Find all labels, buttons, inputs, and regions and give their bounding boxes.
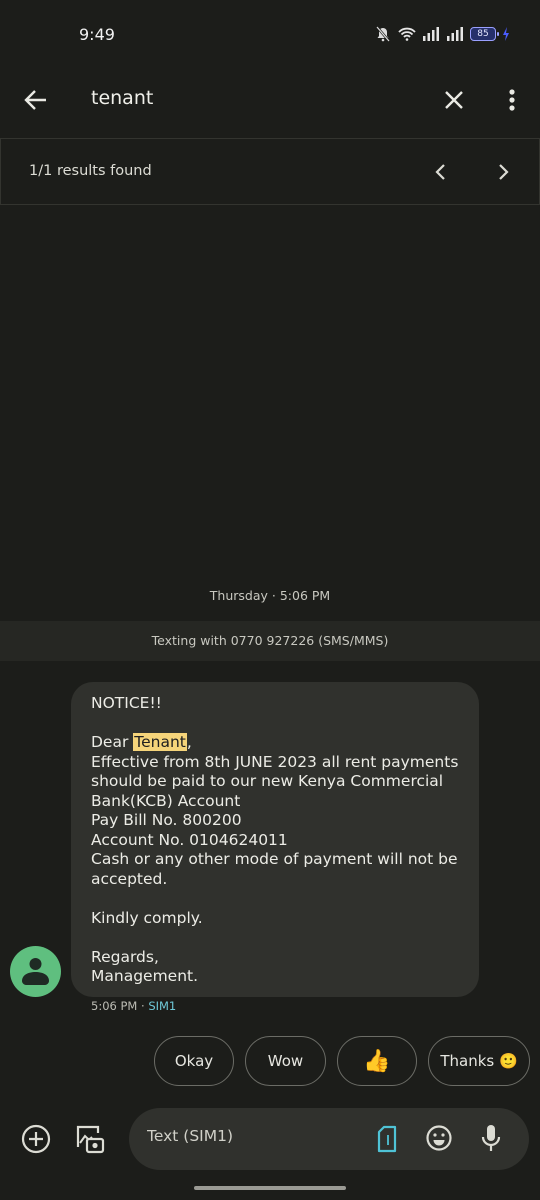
smart-replies: Okay Wow 👍 Thanks 🙂: [154, 1036, 530, 1086]
meta-separator: ·: [137, 999, 149, 1013]
sim-selector-button[interactable]: [375, 1124, 399, 1154]
silent-bell-icon: [376, 26, 390, 42]
search-input[interactable]: [91, 87, 391, 109]
sim-card-icon: [377, 1125, 397, 1153]
clear-search-button[interactable]: [440, 86, 468, 114]
message-meta: 5:06 PM · SIM1: [91, 999, 176, 1013]
home-indicator[interactable]: [194, 1186, 346, 1190]
more-vert-icon: [509, 89, 515, 111]
message-body: Effective from 8th JUNE 2023 all rent pa…: [91, 752, 459, 986]
next-result-button[interactable]: [491, 159, 515, 185]
search-highlight: Tenant: [133, 733, 187, 751]
back-arrow-icon: [24, 90, 46, 110]
message-greeting-suffix: ,: [186, 733, 192, 751]
previous-result-button[interactable]: [429, 159, 453, 185]
more-options-button[interactable]: [500, 86, 524, 114]
gallery-camera-button[interactable]: [74, 1123, 106, 1155]
smart-reply-thumbs-up[interactable]: 👍: [337, 1036, 417, 1086]
message-composer: [129, 1108, 529, 1170]
message-time: 5:06 PM: [91, 999, 138, 1013]
back-button[interactable]: [22, 86, 50, 114]
charging-bolt-icon: [503, 27, 509, 41]
message-input[interactable]: [147, 1127, 367, 1145]
smart-reply-okay[interactable]: Okay: [154, 1036, 234, 1086]
search-results-bar: 1/1 results found: [0, 138, 540, 205]
smart-reply-wow[interactable]: Wow: [245, 1036, 326, 1086]
voice-input-button[interactable]: [479, 1123, 503, 1153]
close-icon: [445, 91, 463, 109]
message-sim: SIM1: [148, 999, 177, 1013]
search-toolbar: [0, 70, 540, 138]
texting-with-banner: Texting with 0770 927226 (SMS/MMS): [0, 621, 540, 661]
message-bubble[interactable]: NOTICE!! Dear Tenant, Effective from 8th…: [71, 682, 479, 997]
add-circle-icon: [21, 1124, 51, 1154]
person-icon: [22, 958, 49, 985]
message-greeting-prefix: Dear: [91, 733, 134, 751]
signal-sim2-icon: [447, 27, 463, 41]
emoji-button[interactable]: [425, 1124, 453, 1152]
contact-avatar[interactable]: [10, 946, 61, 997]
date-separator: Thursday · 5:06 PM: [209, 588, 331, 603]
results-count: 1/1 results found: [29, 163, 152, 179]
chevron-left-icon: [435, 164, 445, 180]
message-notice-line: NOTICE!!: [91, 694, 162, 712]
status-bar: 9:49 85: [0, 0, 540, 70]
wifi-icon: [398, 27, 416, 41]
status-time: 9:49: [79, 25, 115, 44]
battery-level: 85: [477, 29, 489, 39]
signal-sim1-icon: [423, 27, 439, 41]
chevron-right-icon: [499, 164, 509, 180]
microphone-icon: [481, 1125, 501, 1151]
emoji-icon: [426, 1125, 452, 1151]
battery-icon: 85: [470, 27, 499, 41]
status-icons: 85: [374, 26, 510, 42]
gallery-camera-icon: [76, 1125, 105, 1154]
smart-reply-thanks[interactable]: Thanks 🙂: [428, 1036, 530, 1086]
add-attachment-button[interactable]: [20, 1123, 52, 1155]
